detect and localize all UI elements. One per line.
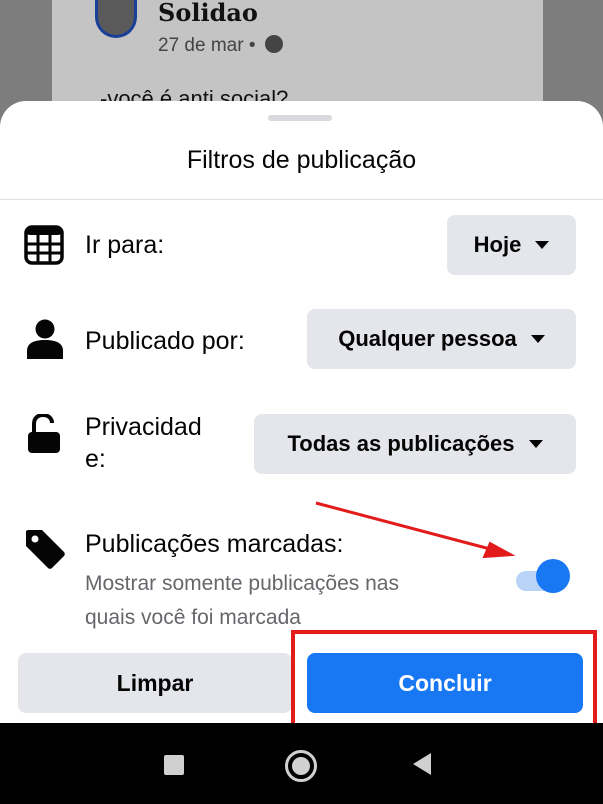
annotation-highlight-box [291, 630, 597, 734]
recents-square-icon[interactable] [164, 755, 184, 775]
back-triangle-icon[interactable] [413, 753, 431, 775]
home-circle-icon[interactable] [285, 750, 317, 782]
system-nav-bar [0, 723, 603, 804]
